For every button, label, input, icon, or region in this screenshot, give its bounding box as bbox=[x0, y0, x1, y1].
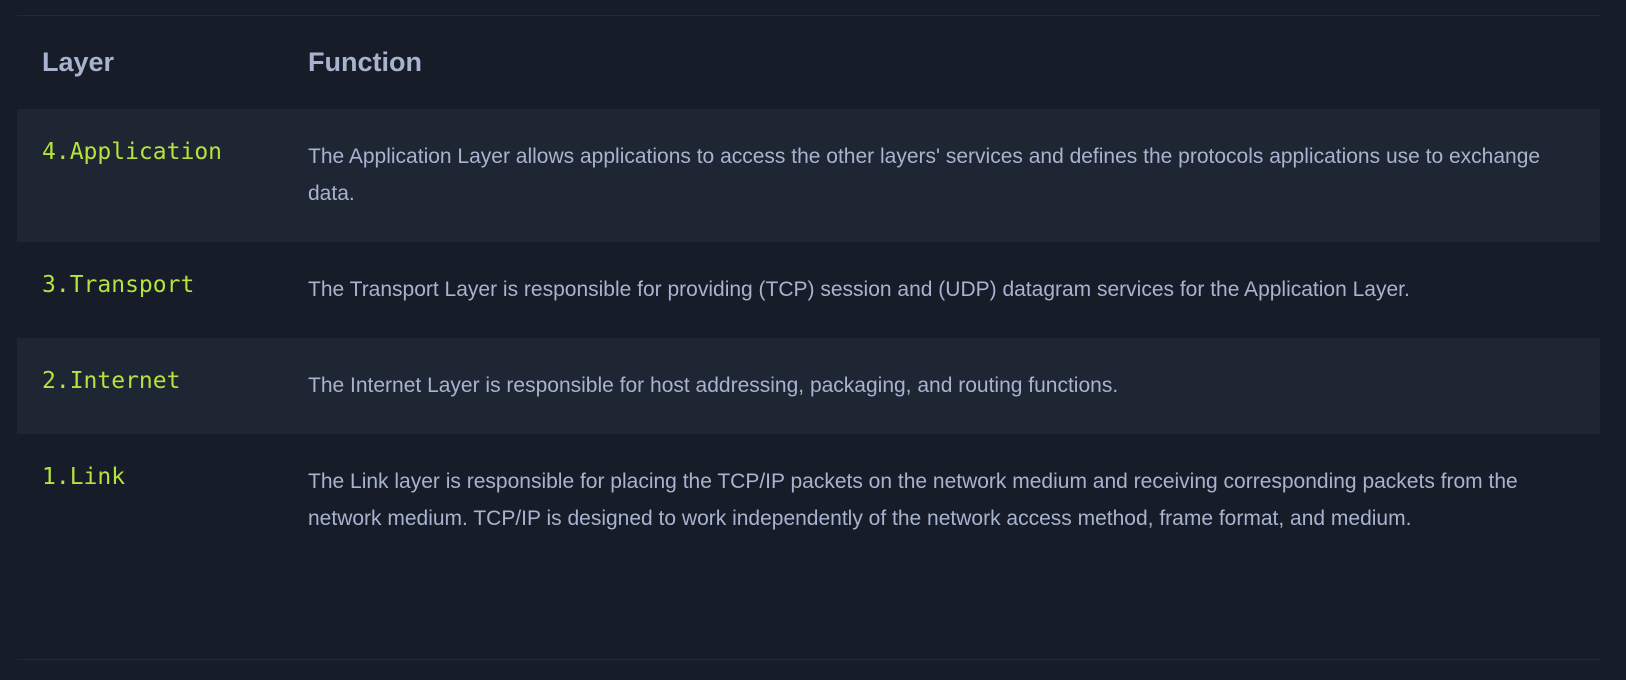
bottom-divider bbox=[17, 659, 1600, 660]
layer-function: The Transport Layer is responsible for p… bbox=[308, 278, 1410, 301]
table-row: 1.Link The Link layer is responsible for… bbox=[17, 434, 1600, 567]
layers-table-container: Layer Function 4.Application The Applica… bbox=[17, 15, 1600, 567]
table-row: 4.Application The Application Layer allo… bbox=[17, 109, 1600, 242]
layer-name: 4.Application bbox=[17, 109, 308, 242]
header-layer: Layer bbox=[42, 47, 115, 77]
tcpip-layers-table: Layer Function 4.Application The Applica… bbox=[17, 34, 1600, 567]
header-function: Function bbox=[308, 47, 422, 77]
table-row: 3.Transport The Transport Layer is respo… bbox=[17, 242, 1600, 338]
layer-name: 2.Internet bbox=[17, 338, 308, 434]
layer-function: The Link layer is responsible for placin… bbox=[308, 470, 1518, 530]
layer-name: 1.Link bbox=[42, 464, 126, 490]
table-row: 2.Internet The Internet Layer is respons… bbox=[17, 338, 1600, 434]
table-header-row: Layer Function bbox=[17, 34, 1600, 109]
layer-function: The Internet Layer is responsible for ho… bbox=[308, 338, 1600, 434]
layer-name: 3.Transport bbox=[42, 272, 195, 298]
layer-function: The Application Layer allows application… bbox=[308, 109, 1600, 242]
